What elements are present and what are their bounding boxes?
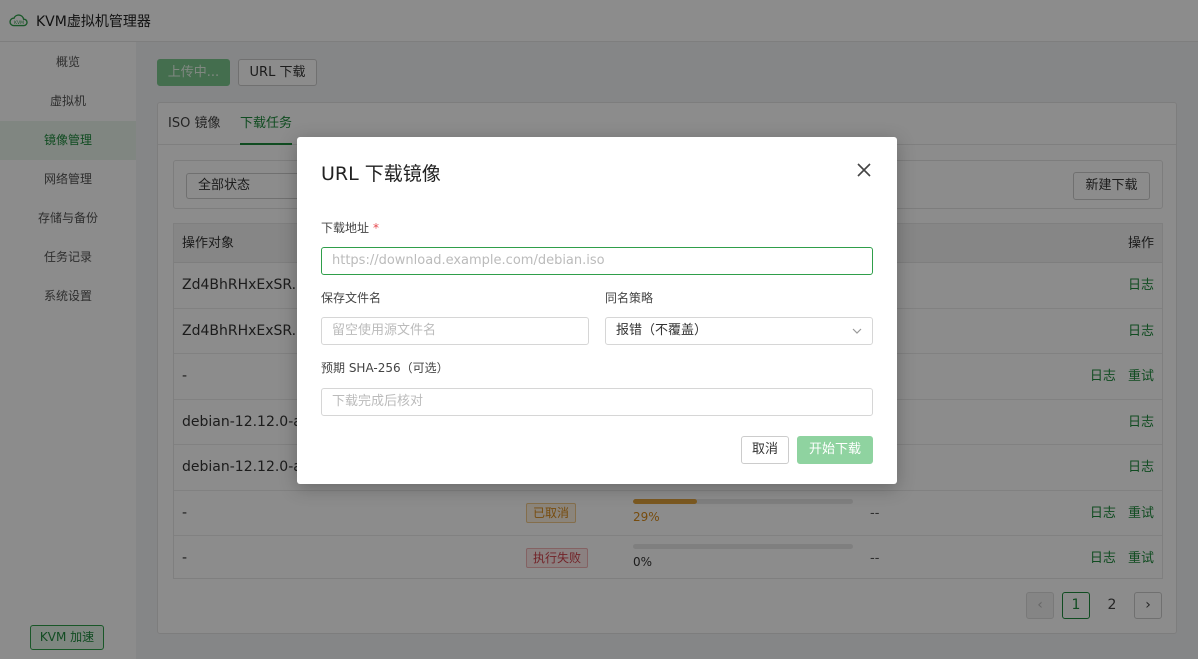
required-mark: * [373,221,380,235]
same-name-policy-select[interactable]: 报错（不覆盖） [605,317,873,345]
filename-input[interactable]: 留空使用源文件名 [321,317,589,345]
close-icon[interactable] [855,161,873,179]
start-download-button[interactable]: 开始下载 [797,436,873,464]
policy-field-label: 同名策略 [605,291,654,305]
download-url-input[interactable]: https://download.example.com/debian.iso [321,247,873,275]
chevron-down-icon [852,328,862,334]
url-field-label: 下载地址 * [321,219,379,236]
sha-field-label: 预期 SHA-256（可选） [321,361,449,375]
filename-field-label: 保存文件名 [321,291,382,305]
cancel-button[interactable]: 取消 [741,436,789,464]
policy-selected-value: 报错（不覆盖） [616,323,708,338]
url-download-dialog: URL 下载镜像 下载地址 * https://download.example.… [297,137,897,484]
dialog-title: URL 下载镜像 [321,163,441,185]
sha256-input[interactable]: 下载完成后核对 [321,388,873,416]
url-label-text: 下载地址 [321,221,370,235]
